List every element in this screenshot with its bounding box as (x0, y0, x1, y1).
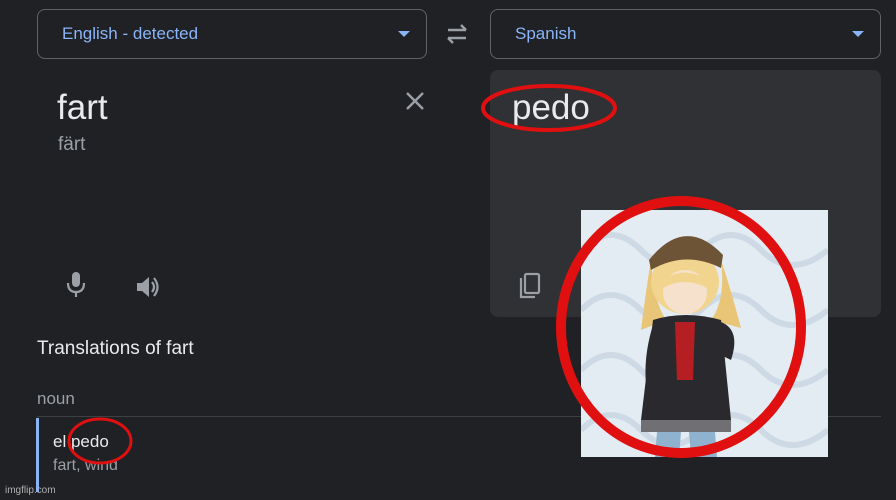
clear-text-button[interactable] (404, 90, 426, 112)
chevron-down-icon (398, 31, 410, 37)
copy-icon (519, 272, 541, 299)
selected-entry-indicator (36, 418, 39, 492)
source-text[interactable]: fart (57, 88, 108, 128)
character-photo (581, 210, 828, 457)
voice-input-button[interactable] (63, 270, 89, 300)
dictionary-entry-synonyms: fart, wind (53, 457, 118, 474)
source-phonetic: färt (58, 134, 86, 155)
speaker-icon (137, 277, 159, 297)
target-language-select[interactable]: Spanish (490, 9, 881, 59)
part-of-speech-label: noun (37, 389, 75, 408)
mic-icon (66, 272, 86, 297)
watermark: imgflip.com (5, 485, 56, 496)
copy-translation-button[interactable] (517, 272, 543, 302)
close-icon (406, 92, 424, 110)
chevron-down-icon (852, 31, 864, 37)
translation-text: pedo (512, 88, 590, 127)
translations-heading: Translations of fart (37, 338, 194, 359)
target-language-label: Spanish (515, 24, 577, 43)
dictionary-entry-word[interactable]: el pedo (53, 432, 109, 452)
swap-languages-button[interactable] (442, 22, 472, 46)
character-illustration (581, 232, 828, 457)
source-language-select[interactable]: English - detected (37, 9, 427, 59)
swap-icon (447, 24, 467, 44)
source-language-label: English - detected (62, 24, 199, 43)
listen-button[interactable] (133, 272, 163, 302)
